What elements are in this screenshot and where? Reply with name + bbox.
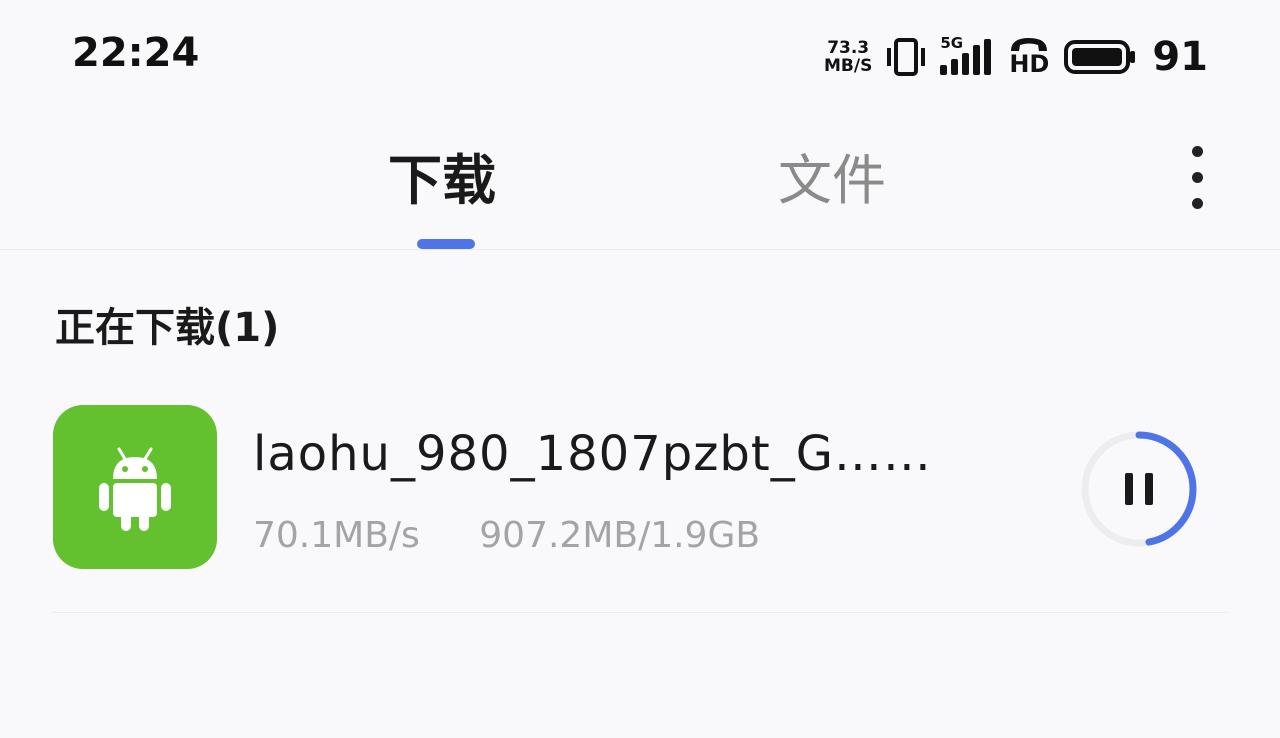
network-speed: 73.3 MB/S — [824, 39, 872, 75]
download-item[interactable]: laohu_980_1807pzbt_G…… 70.1MB/s 907.2MB/… — [0, 390, 1280, 614]
tab-files[interactable]: 文件 — [778, 146, 886, 216]
section-title: 正在下载(1) — [55, 305, 280, 351]
battery-level: 91 — [1152, 34, 1208, 80]
download-progress-text: 907.2MB/1.9GB — [479, 515, 761, 556]
progress-ring — [1081, 431, 1197, 547]
signal-icon: 5G — [940, 34, 994, 77]
more-options-icon[interactable] — [1180, 140, 1216, 220]
divider — [53, 612, 1227, 613]
tab-download[interactable]: 下载 — [388, 146, 496, 216]
tab-bar: 下载 文件 — [0, 130, 1280, 250]
vibrate-icon — [886, 37, 926, 77]
android-icon — [53, 405, 217, 569]
network-speed-unit: MB/S — [824, 56, 873, 76]
file-name: laohu_980_1807pzbt_G…… — [253, 426, 932, 482]
divider — [0, 249, 1280, 250]
hd-label: HD — [1009, 50, 1050, 78]
pause-icon — [1125, 473, 1153, 505]
pause-button[interactable] — [1078, 428, 1200, 550]
status-icons: 73.3 MB/S 5G HD 91 — [824, 32, 1208, 82]
network-speed-value: 73.3 — [827, 38, 870, 58]
download-speed: 70.1MB/s — [253, 515, 420, 556]
hd-call-icon: HD — [1008, 35, 1050, 79]
download-meta: 70.1MB/s 907.2MB/1.9GB — [253, 515, 760, 556]
battery-icon — [1064, 39, 1136, 75]
status-time: 22:24 — [72, 30, 200, 76]
active-tab-indicator — [417, 239, 475, 249]
